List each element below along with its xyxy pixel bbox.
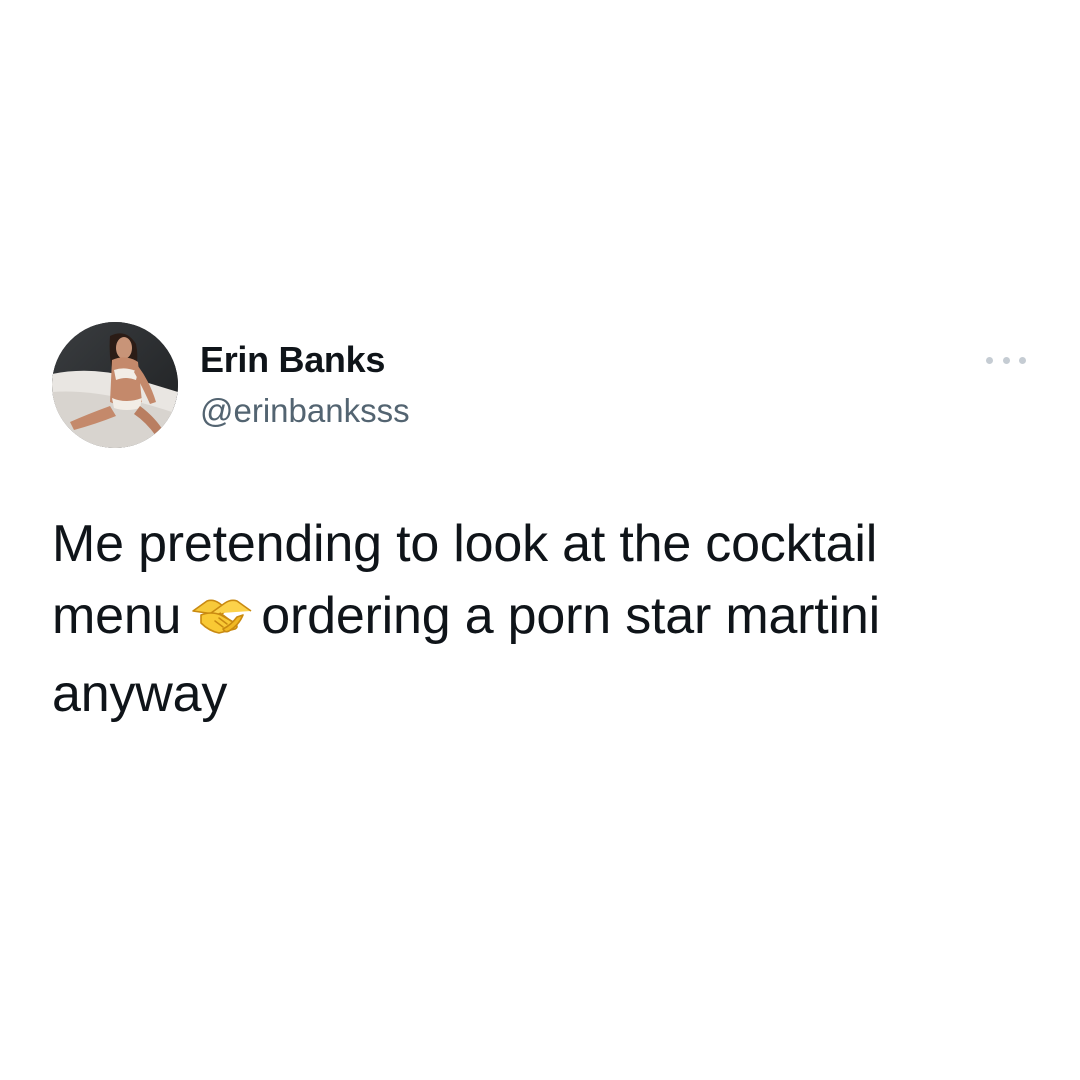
tweet-text: Me pretending to look at the cocktail me… — [52, 508, 1012, 730]
more-options-button[interactable] — [986, 350, 1026, 370]
handshake-emoji-icon — [191, 586, 253, 658]
avatar[interactable] — [52, 322, 178, 448]
author-names: Erin Banks @erinbanksss — [200, 340, 410, 430]
author-handle[interactable]: @erinbanksss — [200, 392, 410, 430]
tweet-header: Erin Banks @erinbanksss — [52, 322, 1032, 448]
more-horizontal-icon — [986, 356, 1026, 364]
avatar-photo — [52, 322, 178, 448]
tweet-card: Erin Banks @erinbanksss Me pretending to… — [52, 322, 1032, 723]
author-display-name[interactable]: Erin Banks — [200, 340, 410, 380]
tweet-screenshot: Erin Banks @erinbanksss Me pretending to… — [0, 0, 1080, 1080]
